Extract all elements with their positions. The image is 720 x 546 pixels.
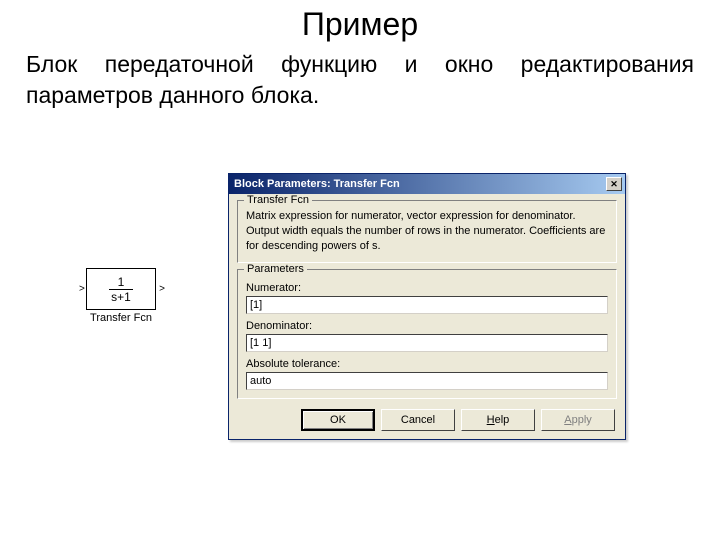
block-box: > 1 s+1 > (86, 268, 156, 310)
parameters-legend: Parameters (244, 263, 307, 275)
block-description-group: Transfer Fcn Matrix expression for numer… (237, 200, 617, 263)
numerator-input[interactable] (246, 296, 608, 314)
help-button[interactable]: Help (461, 409, 535, 431)
close-icon: ✕ (610, 179, 618, 190)
dialog-title: Block Parameters: Transfer Fcn (234, 178, 400, 190)
slide-title: Пример (0, 6, 720, 43)
block-parameters-dialog: Block Parameters: Transfer Fcn ✕ Transfe… (228, 173, 626, 440)
dialog-titlebar: Block Parameters: Transfer Fcn ✕ (229, 174, 625, 194)
abstol-label: Absolute tolerance: (246, 358, 608, 370)
block-description-text: Matrix expression for numerator, vector … (246, 209, 608, 254)
cancel-button[interactable]: Cancel (381, 409, 455, 431)
transfer-fcn-block: > 1 s+1 > Transfer Fcn (86, 268, 156, 324)
input-port-icon: > (79, 284, 85, 295)
dialog-buttons: OK Cancel Help Apply (237, 405, 617, 431)
abstol-input[interactable] (246, 372, 608, 390)
ok-button[interactable]: OK (301, 409, 375, 431)
output-port-icon: > (159, 284, 165, 295)
denominator-label: Denominator: (246, 320, 608, 332)
block-label: Transfer Fcn (86, 312, 156, 324)
denominator-input[interactable] (246, 334, 608, 352)
dialog-body: Transfer Fcn Matrix expression for numer… (229, 194, 625, 439)
close-button[interactable]: ✕ (606, 177, 622, 191)
apply-button[interactable]: Apply (541, 409, 615, 431)
numerator-label: Numerator: (246, 282, 608, 294)
block-description-legend: Transfer Fcn (244, 194, 312, 206)
block-numerator: 1 (118, 276, 125, 288)
slide-description: Блок передаточной функцию и окно редакти… (0, 43, 720, 111)
parameters-group: Parameters Numerator: Denominator: Absol… (237, 269, 617, 399)
block-denominator: s+1 (111, 291, 131, 303)
